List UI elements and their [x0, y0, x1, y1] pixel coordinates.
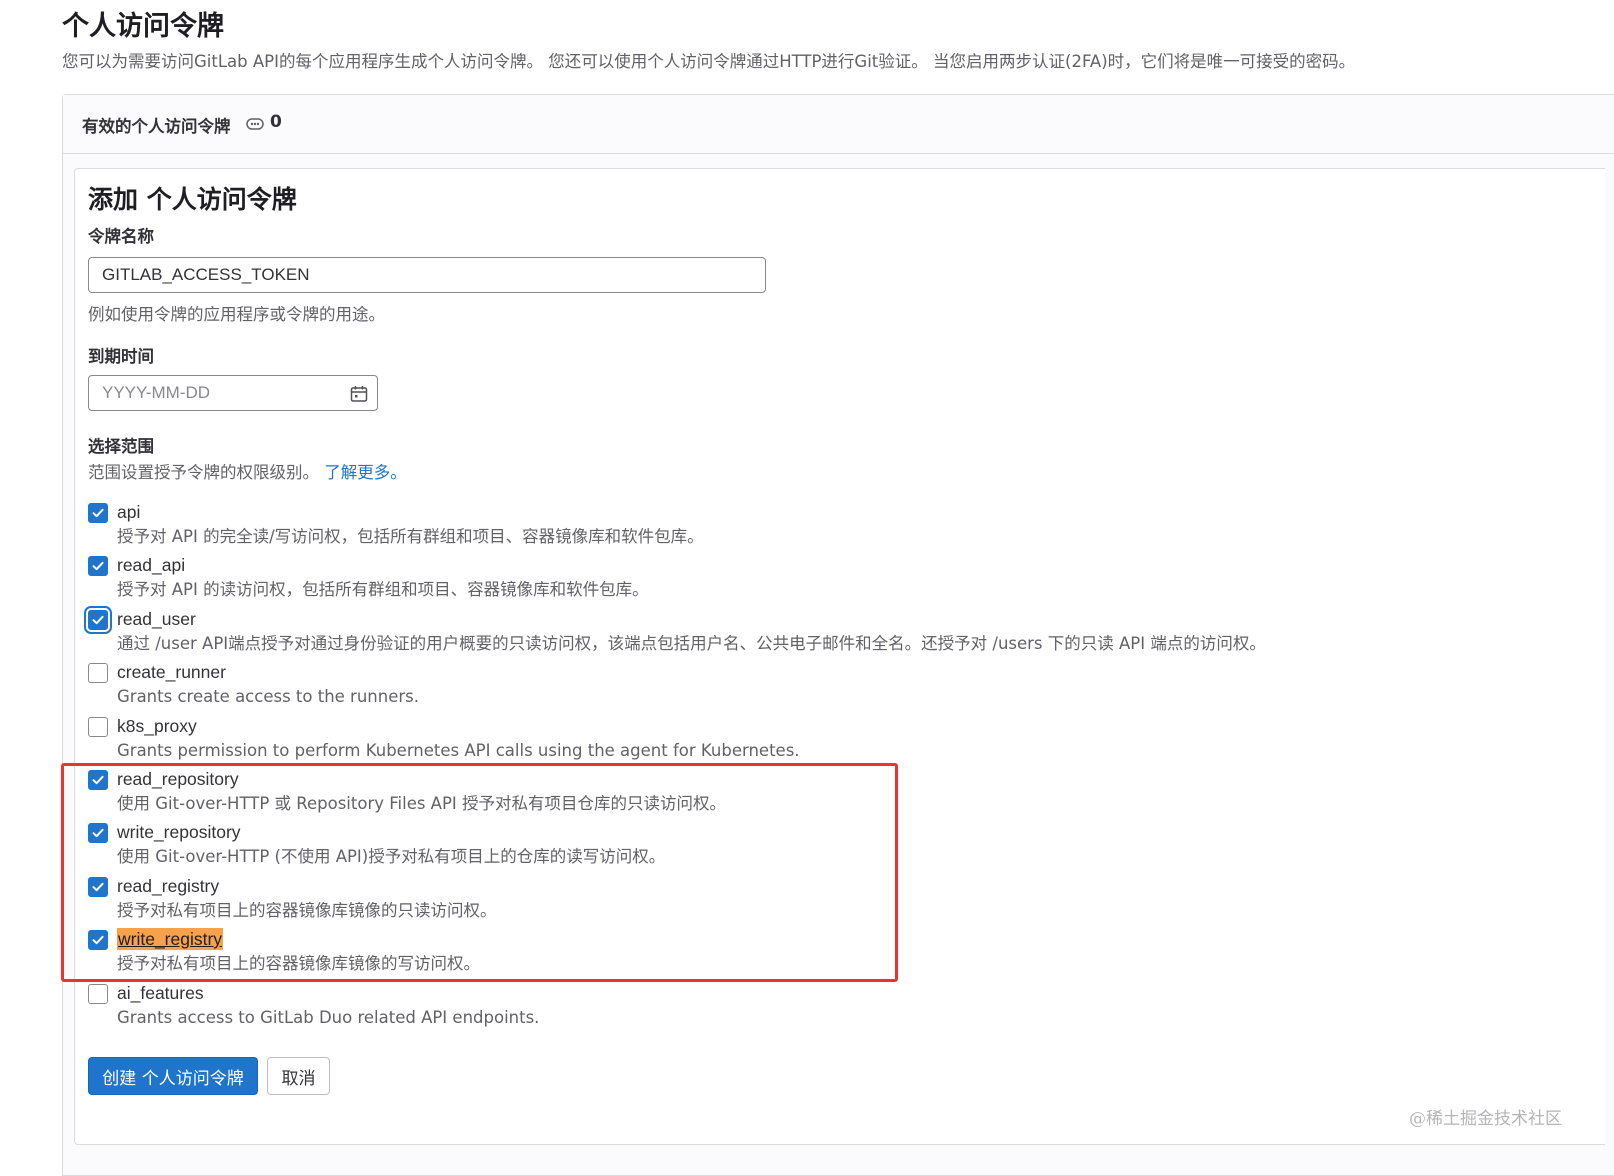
token-name-input[interactable] [88, 257, 766, 293]
token-name-label: 令牌名称 [88, 227, 154, 246]
scope-name[interactable]: read_registry [117, 875, 219, 897]
scope-name[interactable]: read_repository [117, 768, 239, 790]
calendar-icon[interactable] [349, 384, 369, 404]
page-title: 个人访问令牌 [62, 11, 224, 42]
cancel-button[interactable]: 取消 [267, 1057, 330, 1095]
scope-item-write-registry: write_registry 授予对私有项目上的容器镜像库镜像的写访问权。 [88, 928, 1538, 981]
scope-description: 使用 Git-over-HTTP 或 Repository Files API … [117, 793, 727, 813]
scope-item-k8s-proxy: k8s_proxy Grants permission to perform Ku… [88, 715, 1538, 768]
scope-checkbox[interactable] [88, 930, 108, 951]
scope-item-read-repository: read_repository 使用 Git-over-HTTP 或 Reposi… [88, 768, 1538, 821]
checkmark-icon [92, 935, 104, 945]
scope-item-read-registry: read_registry 授予对私有项目上的容器镜像库镜像的只读访问权。 [88, 875, 1538, 928]
active-tokens-title: 有效的个人访问令牌 [82, 117, 231, 136]
scope-description: 授予对 API 的完全读/写访问权，包括所有群组和项目、容器镜像库和软件包库。 [117, 527, 704, 546]
scope-name[interactable]: api [117, 501, 140, 523]
create-token-button[interactable]: 创建 个人访问令牌 [88, 1057, 258, 1095]
scope-list: api 授予对 API 的完全读/写访问权，包括所有群组和项目、容器镜像库和软件包… [88, 501, 1538, 1035]
scope-item-write-repository: write_repository 使用 Git-over-HTTP (不使用 AP… [88, 821, 1538, 874]
scope-description: 通过 /user API端点授予对通过身份验证的用户概要的只读访问权，该端点包括… [117, 633, 1266, 653]
scope-name[interactable]: write_repository [117, 821, 241, 843]
expiry-label: 到期时间 [88, 347, 154, 366]
active-tokens-header: 有效的个人访问令牌 0 [63, 95, 1614, 154]
watermark: @稀土掘金技术社区 [1409, 1109, 1562, 1129]
scope-name[interactable]: read_user [117, 608, 196, 630]
checkmark-icon [92, 562, 104, 571]
scope-name[interactable]: ai_features [117, 982, 204, 1004]
scope-description: Grants access to GitLab Duo related API … [117, 1007, 540, 1027]
page-description: 您可以为需要访问GitLab API的每个应用程序生成个人访问令牌。 您还可以使… [62, 52, 1356, 71]
scope-item-create-runner: create_runner Grants create access to the… [88, 661, 1538, 714]
active-tokens-count: 0 [270, 112, 282, 132]
scope-description: 授予对私有项目上的容器镜像库镜像的只读访问权。 [117, 900, 497, 920]
scope-checkbox[interactable] [88, 983, 108, 1004]
scope-name[interactable]: read_api [117, 554, 185, 576]
scope-checkbox[interactable] [88, 663, 108, 684]
token-name-help: 例如使用令牌的应用程序或令牌的用途。 [88, 305, 385, 324]
expiry-date-field[interactable] [88, 375, 378, 411]
learn-more-link[interactable]: 了解更多。 [324, 463, 407, 482]
scope-description: 授予对私有项目上的容器镜像库镜像的写访问权。 [117, 954, 480, 974]
scopes-help-text: 范围设置授予令牌的权限级别。 [88, 463, 319, 482]
checkmark-icon [92, 882, 104, 891]
expiry-date-input[interactable] [89, 376, 339, 410]
checkmark-icon [92, 775, 104, 785]
scope-checkbox[interactable] [88, 823, 108, 844]
scope-checkbox[interactable] [88, 876, 108, 897]
scope-name[interactable]: write_registry [117, 928, 224, 951]
checkmark-icon [92, 615, 104, 624]
scope-name[interactable]: create_runner [117, 661, 226, 683]
scope-name[interactable]: k8s_proxy [117, 715, 197, 737]
scope-checkbox[interactable] [88, 716, 108, 737]
scope-checkbox[interactable] [88, 556, 108, 577]
form-title: 添加 个人访问令牌 [88, 185, 297, 214]
checkmark-icon [92, 508, 104, 518]
token-icon [246, 115, 264, 133]
scope-item-api: api 授予对 API 的完全读/写访问权，包括所有群组和项目、容器镜像库和软件包… [88, 501, 1538, 554]
scopes-label: 选择范围 [88, 437, 154, 456]
scope-description: Grants permission to perform Kubernetes … [117, 740, 800, 760]
scope-description: Grants create access to the runners. [117, 687, 419, 707]
scope-description: 使用 Git-over-HTTP (不使用 API)授予对私有项目上的仓库的读写… [117, 847, 666, 867]
scopes-help: 范围设置授予令牌的权限级别。 了解更多。 [88, 459, 407, 483]
scope-item-read-user: read_user 通过 /user API端点授予对通过身份验证的用户概要的只读… [88, 608, 1538, 661]
checkmark-icon [92, 829, 104, 838]
scope-description: 授予对 API 的读访问权，包括所有群组和项目、容器镜像库和软件包库。 [117, 580, 649, 600]
add-token-form: 添加 个人访问令牌 令牌名称 例如使用令牌的应用程序或令牌的用途。 到期时间 选… [74, 168, 1605, 1145]
scope-checkbox[interactable] [88, 609, 108, 630]
scope-item-read-api: read_api 授予对 API 的读访问权，包括所有群组和项目、容器镜像库和软件… [88, 554, 1538, 607]
scope-item-ai-features: ai_features Grants access to GitLab Duo r… [88, 982, 1538, 1035]
scope-checkbox[interactable] [88, 503, 108, 523]
scope-checkbox[interactable] [88, 769, 108, 790]
